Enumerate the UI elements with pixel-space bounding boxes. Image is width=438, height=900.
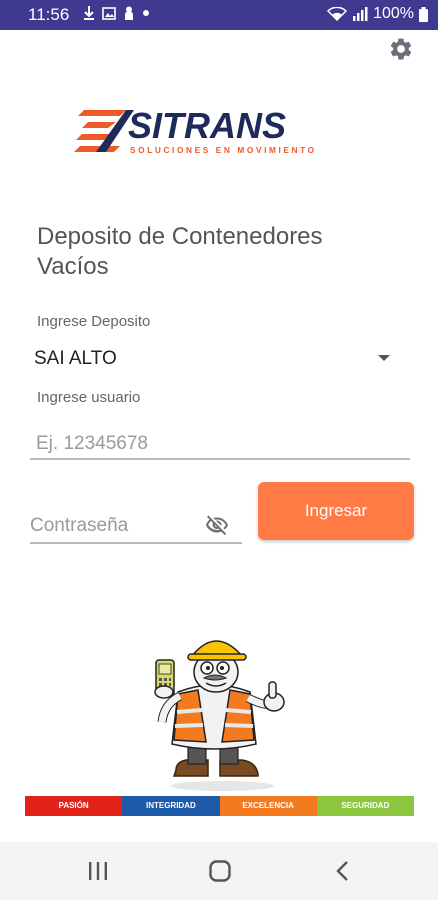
page-title: Deposito de Contenedores Vacíos (37, 223, 323, 280)
logo-tagline: SOLUCIONES EN MOVIMIENTO (130, 145, 317, 155)
value-seguridad: SEGURIDAD (316, 796, 414, 816)
eye-off-icon[interactable] (203, 513, 231, 537)
company-values-bar: PASIÓN INTEGRIDAD EXCELENCIA SEGURIDAD (25, 796, 414, 816)
notification-icons (84, 6, 150, 20)
deposito-label: Ingrese Deposito (37, 313, 151, 330)
download-icon (84, 6, 94, 20)
gear-icon[interactable] (388, 36, 414, 62)
battery-percent: 100% (373, 5, 414, 22)
usuario-label: Ingrese usuario (37, 389, 141, 406)
logo-brand-text: SITRANS (128, 105, 286, 146)
navigation-bar (0, 842, 438, 900)
recent-apps-icon[interactable] (86, 860, 110, 882)
dropdown-arrow-icon[interactable] (378, 355, 390, 361)
back-icon[interactable] (332, 860, 356, 882)
battery-icon (419, 6, 428, 22)
value-excelencia: EXCELENCIA (219, 796, 317, 816)
status-time: 11:56 (28, 5, 70, 24)
value-pasion: PASIÓN (25, 796, 123, 816)
worker-mascot-illustration (154, 640, 285, 791)
sitrans-logo-mark: SITRANS SOLUCIONES EN MOVIMIENTO (74, 105, 317, 155)
status-right: 100% (327, 5, 428, 23)
dot-icon (143, 10, 149, 16)
usuario-input[interactable] (30, 430, 410, 460)
ingresar-button[interactable]: Ingresar (258, 482, 414, 540)
person-alert-icon (125, 6, 133, 20)
home-icon[interactable] (208, 860, 232, 882)
signal-icon (353, 7, 368, 21)
value-integridad: INTEGRIDAD (122, 796, 220, 816)
image-icon (102, 6, 116, 20)
status-bar: 11:56 100% (0, 0, 438, 30)
deposito-selected-value: SAI ALTO (34, 348, 117, 369)
wifi-icon (327, 7, 348, 21)
sitrans-logo: SITRANS SOLUCIONES EN MOVIMIENTO (74, 104, 366, 160)
